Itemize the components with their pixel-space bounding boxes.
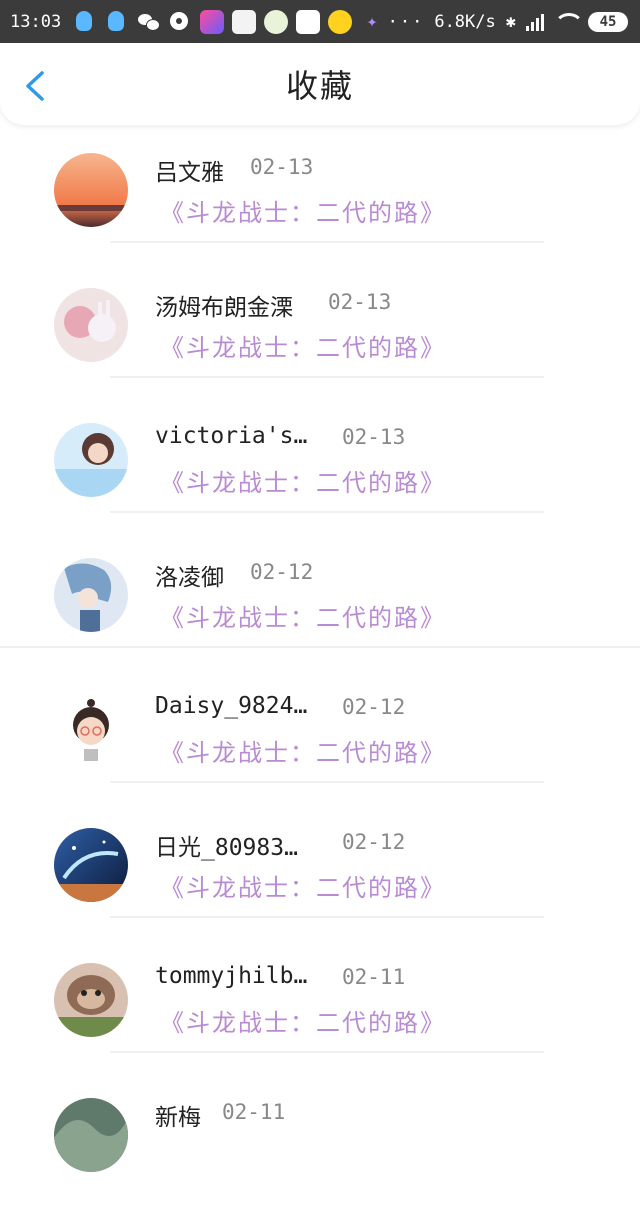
date: 02-11 [222,1100,286,1124]
avatar [54,153,128,227]
qq-icon [72,10,96,34]
book-title[interactable]: 《斗龙战士：二代的路》 [160,1003,446,1038]
app-icon [264,9,288,34]
more-icon: ··· [387,11,425,32]
book-title[interactable]: 《斗龙战士：二代的路》 [160,868,446,903]
notification-icons: ✦ [72,9,384,34]
date: 02-13 [342,425,406,449]
divider [110,376,544,378]
user-name: 洛凌御 [155,565,224,591]
avatar [54,1098,128,1172]
page-title: 收藏 [285,67,354,105]
status-time: 13:03 [10,11,62,32]
bluetooth-icon: ✱ [505,11,516,32]
network-speed: 6.8K/s [434,11,496,32]
book-title[interactable]: 《斗龙战士：二代的路》 [160,733,446,768]
divider [110,781,544,783]
book-title[interactable]: 《斗龙战士：二代的路》 [160,598,446,633]
avatar [54,558,128,632]
list-item[interactable]: Daisy_9824… 02-12 《斗龙战士：二代的路》 [0,683,640,818]
divider [110,241,544,243]
music-icon [168,10,192,34]
list-item[interactable]: 汤姆布朗金溧 02-13 《斗龙战士：二代的路》 [0,278,640,413]
chevron-left-icon [26,71,44,101]
avatar [54,288,128,362]
divider [110,916,544,918]
youku-icon [200,9,224,34]
app-icon [232,9,256,34]
qq-icon [104,10,128,34]
divider [0,646,640,648]
book-title[interactable]: 《斗龙战士：二代的路》 [160,463,446,498]
yellow-app-icon [328,9,352,34]
user-name: Daisy_9824… [155,693,308,719]
date: 02-12 [250,560,314,584]
book-title[interactable]: 《斗龙战士：二代的路》 [160,328,446,363]
user-name: 日光_80983… [155,835,298,861]
user-name: tommyjhilb… [155,963,308,989]
signal-icon [526,13,544,31]
favorites-list: 吕文雅 02-13 《斗龙战士：二代的路》 汤姆布朗金溧 02-13 《斗龙战士… [0,143,640,1223]
date: 02-12 [342,830,406,854]
user-name: victoria's… [155,423,308,449]
avatar [54,693,128,767]
book-title[interactable]: 《斗龙战士：二代的路》 [160,193,446,228]
user-name: 新梅 [155,1105,201,1131]
date: 02-13 [328,290,392,314]
date: 02-12 [342,695,406,719]
triangle-app-icon [296,9,320,34]
divider [110,1051,544,1053]
back-button[interactable] [18,69,52,103]
battery-icon: 45 [588,11,628,32]
avatar [54,828,128,902]
date: 02-11 [342,965,406,989]
header: 收藏 [0,43,640,125]
user-name: 汤姆布朗金溧 [155,295,293,321]
avatar [54,423,128,497]
list-item[interactable]: victoria's… 02-13 《斗龙战士：二代的路》 [0,413,640,548]
list-item[interactable]: 吕文雅 02-13 《斗龙战士：二代的路》 [0,143,640,278]
status-bar: 13:03 ✦ ··· 6.8K/s ✱ 45 [0,0,640,43]
date: 02-13 [250,155,314,179]
list-item[interactable]: tommyjhilb… 02-11 《斗龙战士：二代的路》 [0,953,640,1088]
purple-app-icon: ✦ [366,10,378,32]
wifi-icon [554,12,584,31]
avatar [54,963,128,1037]
list-item[interactable]: 新梅 02-11 [0,1088,640,1223]
list-item[interactable]: 日光_80983… 02-12 《斗龙战士：二代的路》 [0,818,640,953]
divider [110,511,544,513]
user-name: 吕文雅 [155,160,224,186]
wechat-icon [136,10,160,34]
list-item[interactable]: 洛凌御 02-12 《斗龙战士：二代的路》 [0,548,640,683]
